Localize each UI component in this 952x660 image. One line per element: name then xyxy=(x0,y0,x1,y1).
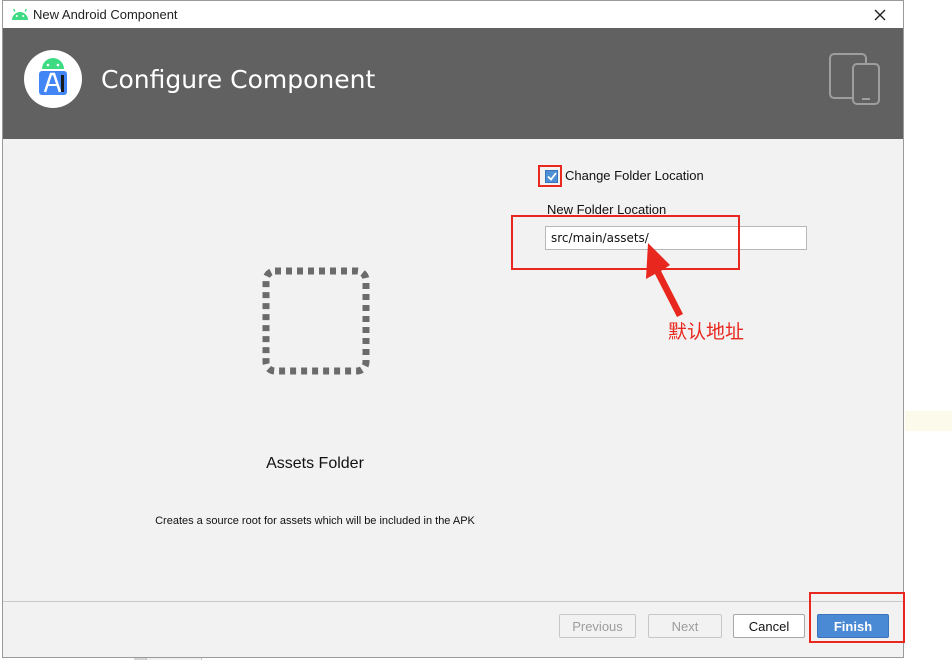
android-robot-icon xyxy=(12,8,28,20)
background-strip xyxy=(905,411,952,431)
next-button[interactable]: Next xyxy=(648,614,722,638)
close-button[interactable] xyxy=(857,1,903,28)
change-folder-label[interactable]: Change Folder Location xyxy=(565,168,704,183)
checkmark-icon xyxy=(546,172,557,181)
component-name: Assets Folder xyxy=(266,455,364,472)
tablet-phone-icon xyxy=(829,53,880,105)
new-folder-label: New Folder Location xyxy=(547,202,667,217)
android-studio-logo-icon xyxy=(24,50,82,108)
cancel-button[interactable]: Cancel xyxy=(733,614,805,638)
dialog-window: New Android Component Configure Componen… xyxy=(2,0,904,658)
page-title: Configure Component xyxy=(101,65,376,94)
change-folder-checkbox-wrap xyxy=(541,167,563,187)
footer-divider xyxy=(3,601,903,602)
previous-button[interactable]: Previous xyxy=(559,614,636,638)
component-description: Creates a source root for assets which w… xyxy=(155,515,475,527)
close-icon xyxy=(874,9,886,20)
window-title: New Android Component xyxy=(33,7,178,22)
new-folder-input[interactable] xyxy=(545,226,807,250)
title-bar: New Android Component xyxy=(3,1,903,28)
dashed-folder-icon xyxy=(262,267,370,375)
finish-button[interactable]: Finish xyxy=(817,614,889,638)
header-banner: Configure Component xyxy=(3,28,903,139)
change-folder-checkbox[interactable] xyxy=(545,170,558,183)
annotation-label: 默认地址 xyxy=(668,321,745,343)
